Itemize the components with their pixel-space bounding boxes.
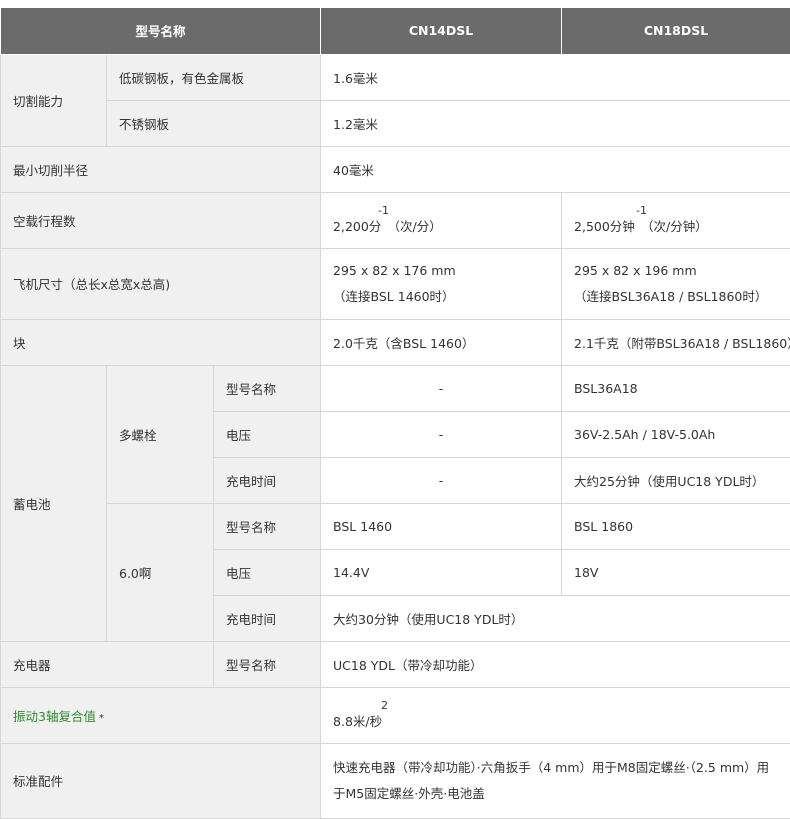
multibolt-model-cn18: BSL36A18: [562, 365, 790, 411]
stainless-label: 不锈钢板: [107, 100, 321, 146]
strokes-cn14-value: 2,200分 （次/分）: [333, 218, 549, 236]
accessories-label: 标准配件: [1, 743, 321, 818]
table-row: 标准配件 快速充电器（带冷却功能）·六角扳手（4 mm）用于M8固定螺丝·（2.…: [1, 743, 790, 818]
six-ah-voltage-label: 电压: [214, 549, 321, 595]
weight-cn18-value: 2.1千克（附带BSL36A18 / BSL1860）: [562, 319, 790, 365]
strokes-cn18-cell: -1 2,500分钟 （次/分钟）: [562, 192, 790, 248]
header-model-name: 型号名称: [1, 8, 321, 54]
six-ah-model-cn18: BSL 1860: [562, 503, 790, 549]
min-radius-label: 最小切削半径: [1, 146, 321, 192]
table-row: 最小切削半径 40毫米: [1, 146, 790, 192]
table-row: 振动3轴复合值* 2 8.8米/秒: [1, 687, 790, 743]
table-row: 切割能力 低碳钢板，有色金属板 1.6毫米: [1, 54, 790, 100]
vibration-label-cell: 振动3轴复合值*: [1, 687, 321, 743]
battery-label: 蓄电池: [1, 365, 107, 641]
strokes-cn18-value: 2,500分钟 （次/分钟）: [574, 218, 778, 236]
multibolt-model-label: 型号名称: [214, 365, 321, 411]
multibolt-voltage-cn18: 36V-2.5Ah / 18V-5.0Ah: [562, 411, 790, 457]
multibolt-model-cn14: -: [321, 365, 562, 411]
multibolt-charge-label: 充电时间: [214, 457, 321, 503]
dimensions-cn14-line2: （连接BSL 1460时）: [333, 284, 549, 310]
dimensions-cn14-cell: 295 x 82 x 176 mm （连接BSL 1460时）: [321, 248, 562, 319]
vibration-label: 振动3轴复合值: [13, 709, 96, 724]
dimensions-label: 飞机尺寸（总长x总宽x总高): [1, 248, 321, 319]
table-row: 充电器 型号名称 UC18 YDL（带冷却功能）: [1, 641, 790, 687]
cutting-capacity-label: 切割能力: [1, 54, 107, 146]
multibolt-voltage-cn14: -: [321, 411, 562, 457]
table-row: 蓄电池 多螺栓 型号名称 - BSL36A18: [1, 365, 790, 411]
six-ah-charge-label: 充电时间: [214, 595, 321, 641]
six-ah-voltage-cn18: 18V: [562, 549, 790, 595]
strokes-cn14-exponent: -1: [333, 204, 549, 218]
dimensions-cn18-line2: （连接BSL36A18 / BSL1860时）: [574, 284, 778, 310]
table-row: 6.0啊 型号名称 BSL 1460 BSL 1860: [1, 503, 790, 549]
weight-label: 块: [1, 319, 321, 365]
multibolt-voltage-label: 电压: [214, 411, 321, 457]
mild-steel-value: 1.6毫米: [321, 54, 790, 100]
accessories-line1: 快速充电器（带冷却功能）·六角扳手（4 mm）用于M8固定螺丝·（2.5 mm）…: [333, 755, 778, 781]
six-ah-charge-value: 大约30分钟（使用UC18 YDL时）: [321, 595, 790, 641]
stainless-value: 1.2毫米: [321, 100, 790, 146]
table-row: 块 2.0千克（含BSL 1460） 2.1千克（附带BSL36A18 / BS…: [1, 319, 790, 365]
accessories-line2: 于M5固定螺丝·外壳·电池盖: [333, 781, 778, 807]
charger-label: 充电器: [1, 641, 214, 687]
dimensions-cn14-line1: 295 x 82 x 176 mm: [333, 258, 549, 284]
table-row: 飞机尺寸（总长x总宽x总高) 295 x 82 x 176 mm （连接BSL …: [1, 248, 790, 319]
spec-table: 型号名称 CN14DSL CN18DSL 切割能力 低碳钢板，有色金属板 1.6…: [0, 8, 790, 819]
header-cn18dsl: CN18DSL: [562, 8, 790, 54]
six-ah-voltage-cn14: 14.4V: [321, 549, 562, 595]
vibration-asterisk: *: [99, 713, 104, 724]
weight-cn14-value: 2.0千克（含BSL 1460）: [321, 319, 562, 365]
vibration-value-cell: 2 8.8米/秒: [321, 687, 790, 743]
charger-model-label: 型号名称: [214, 641, 321, 687]
strokes-cn18-exponent: -1: [574, 204, 778, 218]
multibolt-charge-cn14: -: [321, 457, 562, 503]
six-ah-label: 6.0啊: [107, 503, 214, 641]
table-row: 不锈钢板 1.2毫米: [1, 100, 790, 146]
multibolt-label: 多螺栓: [107, 365, 214, 503]
strokes-cn14-cell: -1 2,200分 （次/分）: [321, 192, 562, 248]
dimensions-cn18-line1: 295 x 82 x 196 mm: [574, 258, 778, 284]
vibration-exponent: 2: [333, 699, 778, 713]
spec-table-container: 型号名称 CN14DSL CN18DSL 切割能力 低碳钢板，有色金属板 1.6…: [0, 0, 790, 818]
table-row: 空载行程数 -1 2,200分 （次/分） -1 2,500分钟 （次/分钟）: [1, 192, 790, 248]
header-row: 型号名称 CN14DSL CN18DSL: [1, 8, 790, 54]
dimensions-cn18-cell: 295 x 82 x 196 mm （连接BSL36A18 / BSL1860时…: [562, 248, 790, 319]
header-cn14dsl: CN14DSL: [321, 8, 562, 54]
six-ah-model-label: 型号名称: [214, 503, 321, 549]
multibolt-charge-cn18: 大约25分钟（使用UC18 YDL时）: [562, 457, 790, 503]
accessories-value: 快速充电器（带冷却功能）·六角扳手（4 mm）用于M8固定螺丝·（2.5 mm）…: [321, 743, 790, 818]
min-radius-value: 40毫米: [321, 146, 790, 192]
vibration-value: 8.8米/秒: [333, 713, 778, 731]
mild-steel-label: 低碳钢板，有色金属板: [107, 54, 321, 100]
strokes-label: 空载行程数: [1, 192, 321, 248]
six-ah-model-cn14: BSL 1460: [321, 503, 562, 549]
charger-value: UC18 YDL（带冷却功能）: [321, 641, 790, 687]
